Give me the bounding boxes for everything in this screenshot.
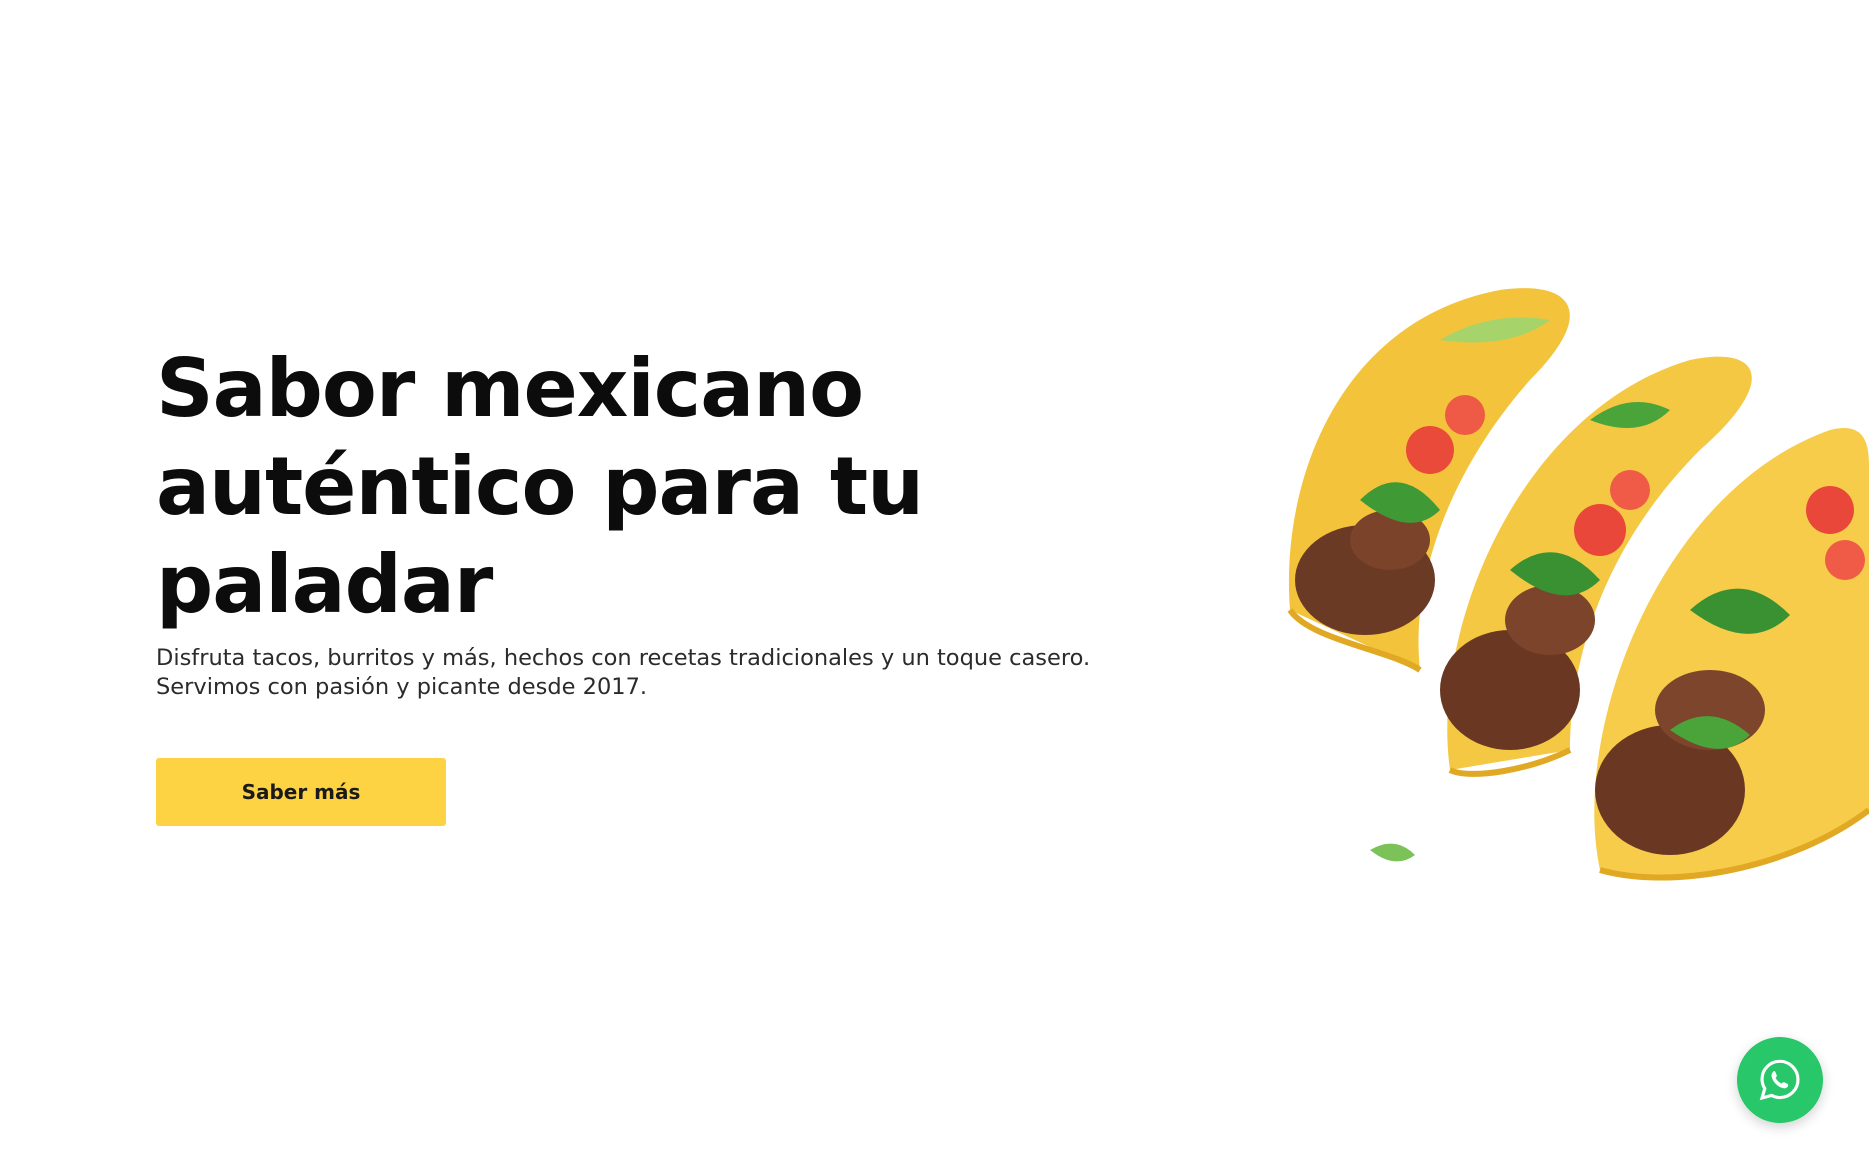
whatsapp-button[interactable]	[1737, 1037, 1823, 1123]
hero-subtitle: Disfruta tacos, burritos y más, hechos c…	[156, 645, 1091, 700]
saber-mas-button[interactable]: Saber más	[156, 758, 446, 826]
page: Sabor mexicano auténtico para tu paladar…	[0, 0, 1869, 1167]
whatsapp-icon	[1759, 1059, 1800, 1101]
tacos-image	[1270, 250, 1869, 900]
hero-section: Sabor mexicano auténtico para tu paladar…	[156, 340, 1136, 702]
hero-title: Sabor mexicano auténtico para tu paladar	[156, 342, 924, 631]
